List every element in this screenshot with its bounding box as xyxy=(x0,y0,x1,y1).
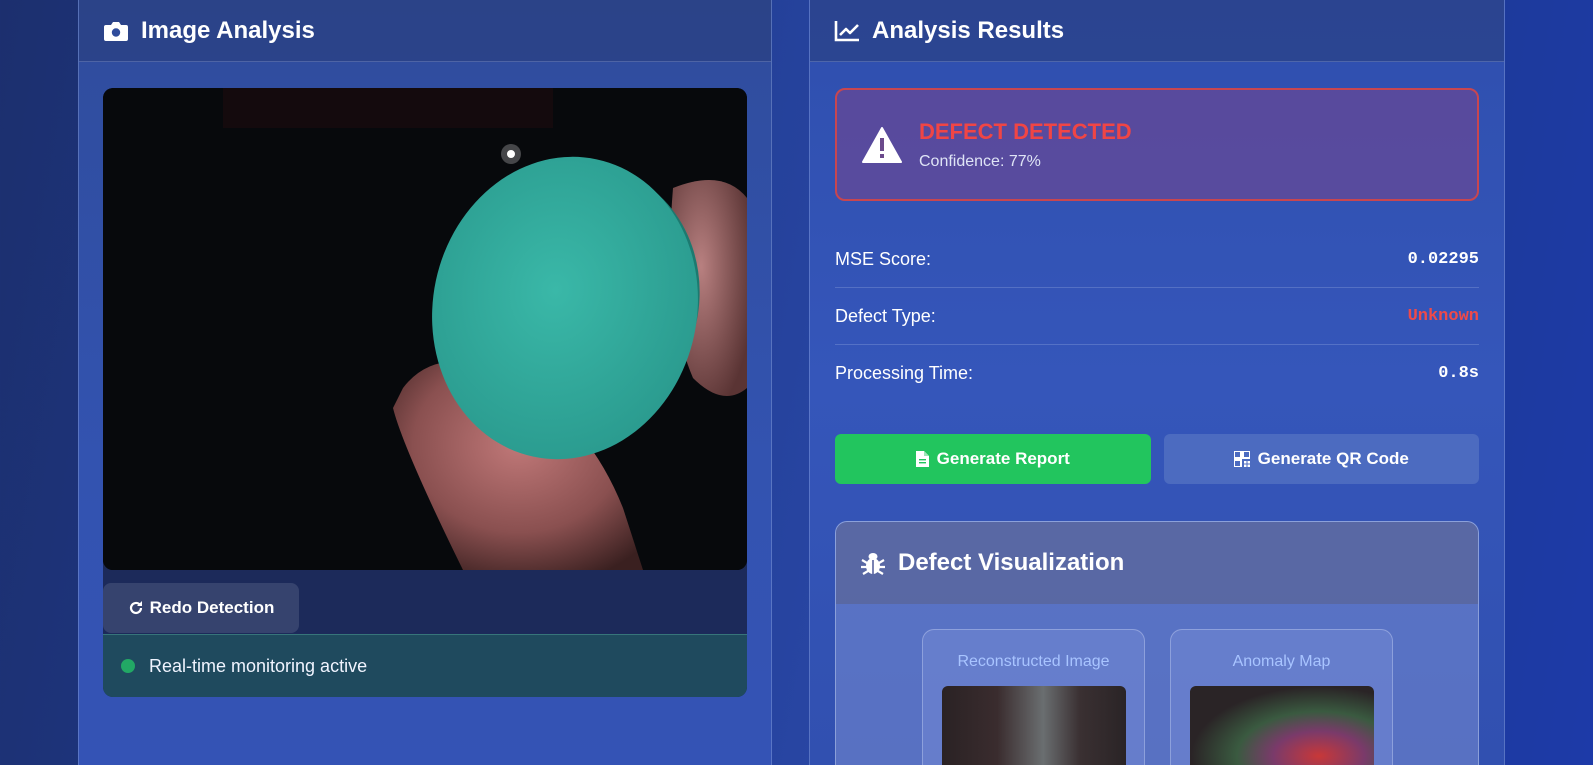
analysis-results-panel: Analysis Results DEFECT DETECTED Confide… xyxy=(809,0,1505,765)
analysis-results-header: Analysis Results xyxy=(810,0,1504,62)
generate-qr-label: Generate QR Code xyxy=(1257,449,1409,468)
line-chart-icon xyxy=(834,20,859,41)
bug-icon xyxy=(861,553,885,575)
generate-qr-button[interactable]: Generate QR Code xyxy=(1163,434,1479,484)
generate-report-button[interactable]: Generate Report xyxy=(835,434,1151,484)
camera-feed-image xyxy=(103,88,747,570)
metric-value: 0.8s xyxy=(1438,364,1479,383)
panel-title: Analysis Results xyxy=(872,16,1065,44)
redo-detection-label: Redo Detection xyxy=(149,598,275,617)
metric-label: Defect Type: xyxy=(835,305,936,326)
generate-report-label: Generate Report xyxy=(936,449,1070,468)
defect-visualization-section: Defect Visualization Reconstructed Image… xyxy=(835,521,1479,765)
camera-icon xyxy=(104,21,128,41)
camera-controls-bar: Redo Detection xyxy=(103,570,747,634)
confidence-text: Confidence: 77% xyxy=(919,152,1041,170)
defect-visualization-title: Defect Visualization xyxy=(898,549,1125,576)
metric-label: MSE Score: xyxy=(835,248,932,269)
defect-alert: DEFECT DETECTED Confidence: 77% xyxy=(835,88,1479,201)
metrics-list: MSE Score: 0.02295 Defect Type: Unknown … xyxy=(835,231,1479,402)
camera-feed-container: Redo Detection Real-time monitoring acti… xyxy=(103,88,747,697)
monitoring-status-text: Real-time monitoring active xyxy=(149,655,368,676)
reconstructed-image-label: Reconstructed Image xyxy=(957,653,1110,670)
document-icon xyxy=(915,451,929,467)
monitoring-status: Real-time monitoring active xyxy=(103,634,747,697)
metric-value: 0.02295 xyxy=(1407,249,1479,269)
qr-code-icon xyxy=(1233,451,1250,467)
metric-row-processing-time: Processing Time: 0.8s xyxy=(835,345,1479,402)
metric-label: Processing Time: xyxy=(835,363,974,383)
reconstructed-image xyxy=(942,686,1126,765)
redo-icon xyxy=(129,601,142,615)
anomaly-map-label: Anomaly Map xyxy=(1232,653,1331,670)
defect-visualization-header: Defect Visualization xyxy=(836,522,1478,604)
status-dot-icon xyxy=(121,659,135,673)
metric-value: Unknown xyxy=(1407,306,1479,326)
reconstructed-image-card: Reconstructed Image xyxy=(922,629,1145,765)
defect-alert-title: DEFECT DETECTED xyxy=(919,118,1132,144)
image-analysis-panel: Image Analysis Redo Detection Real-time … xyxy=(78,0,772,765)
redo-detection-button[interactable]: Redo Detection xyxy=(103,583,299,633)
action-buttons: Generate Report Generate QR Code xyxy=(835,434,1479,484)
panel-title: Image Analysis xyxy=(141,16,315,44)
warning-icon xyxy=(862,126,902,163)
anomaly-map-card: Anomaly Map xyxy=(1170,629,1393,765)
metric-row-mse: MSE Score: 0.02295 xyxy=(835,231,1479,288)
image-analysis-header: Image Analysis xyxy=(79,0,771,62)
anomaly-map-image xyxy=(1190,686,1374,765)
metric-row-defect-type: Defect Type: Unknown xyxy=(835,288,1479,345)
